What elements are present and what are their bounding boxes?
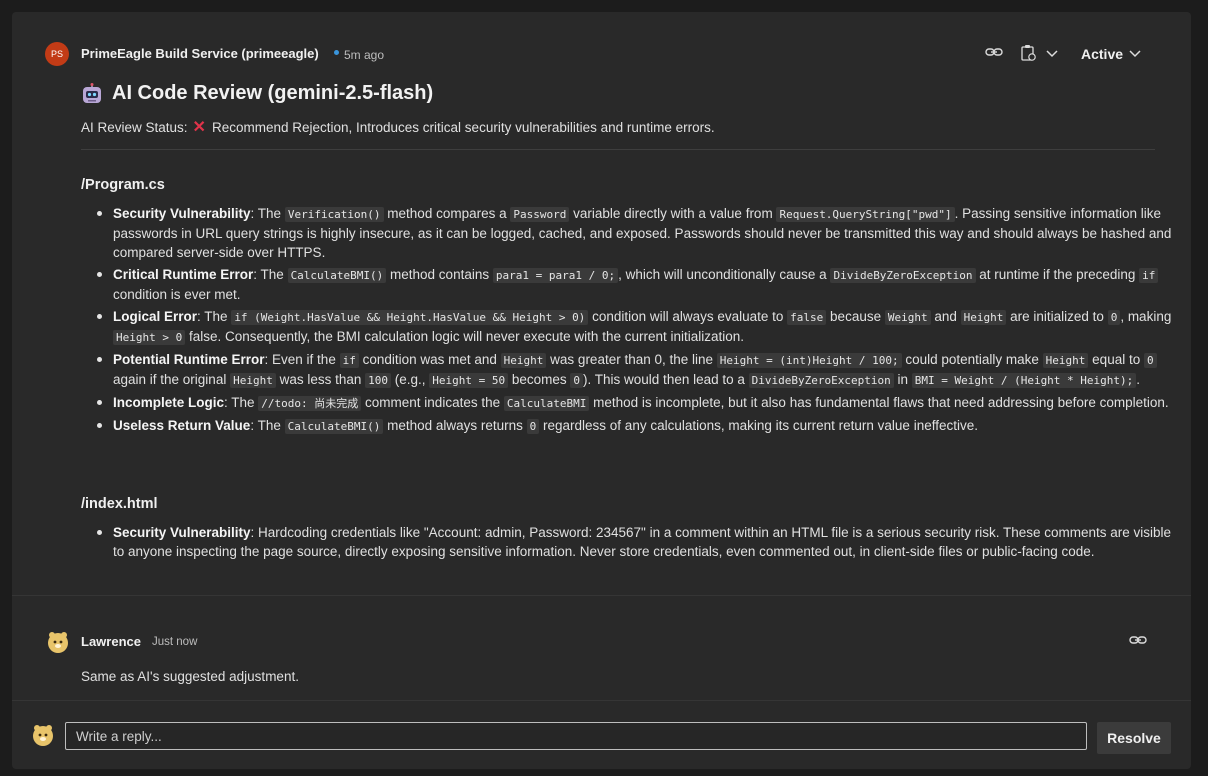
inline-code: false: [787, 310, 827, 325]
author-name: PrimeEagle Build Service (primeeagle): [81, 46, 319, 61]
review-title-text: AI Code Review (gemini-2.5-flash): [112, 82, 434, 104]
inline-code: Request.QueryString["pwd"]: [776, 207, 955, 222]
robot-icon: [83, 82, 101, 103]
inline-code: if: [339, 353, 359, 368]
ai-review-comment: PS PrimeEagle Build Service (primeeagle)…: [12, 12, 1191, 596]
inline-code: Height: [960, 310, 1007, 325]
list-item: Critical Runtime Error: The CalculateBMI…: [97, 265, 1178, 304]
file-heading-index: /index.html: [81, 496, 158, 512]
new-indicator-dot: [334, 50, 339, 55]
issue-label: Useless Return Value: [113, 418, 251, 433]
inline-code: if (Weight.HasValue && Height.HasValue &…: [231, 310, 589, 325]
inline-code: CalculateBMI: [503, 396, 590, 411]
issue-label: Potential Runtime Error: [113, 352, 265, 367]
inline-code: //todo: 尚未完成: [258, 396, 362, 411]
issue-list-index: Security Vulnerability: Hardcoding crede…: [93, 523, 1178, 564]
inline-code: 0: [1107, 310, 1121, 325]
reply-timestamp: Just now: [152, 636, 198, 648]
inline-code: DivideByZeroException: [830, 268, 976, 283]
inline-code: para1 = para1 / 0;: [492, 268, 619, 283]
author-avatar: PS: [45, 42, 69, 66]
link-icon[interactable]: [985, 45, 1003, 59]
comment-thread-panel: PS PrimeEagle Build Service (primeeagle)…: [12, 12, 1191, 769]
reply-text: Same as AI's suggested adjustment.: [81, 669, 299, 684]
inline-code: Height: [230, 373, 276, 388]
inline-code: CalculateBMI(): [287, 268, 387, 283]
reply-author-name: Lawrence: [81, 634, 141, 649]
inline-code: if: [1139, 268, 1159, 283]
reply-input[interactable]: [65, 722, 1087, 750]
list-item: Security Vulnerability: The Verification…: [97, 204, 1178, 262]
file-heading-program: /Program.cs: [81, 177, 165, 193]
inline-code: CalculateBMI(): [284, 419, 384, 434]
inline-code: BMI = Weight / (Height * Height);: [911, 373, 1137, 388]
inline-code: 100: [365, 373, 391, 388]
comment-timestamp: 5m ago: [344, 48, 385, 62]
inline-code: Height = 50: [429, 373, 509, 388]
status-text: Recommend Rejection, Introduces critical…: [211, 119, 715, 135]
inline-code: Password: [510, 207, 570, 222]
inline-code: 0: [1143, 353, 1157, 368]
inline-code: Height > 0: [113, 330, 186, 345]
list-item: Security Vulnerability: Hardcoding crede…: [97, 523, 1178, 561]
issue-label: Security Vulnerability: [113, 525, 251, 540]
chevron-down-icon[interactable]: [1129, 50, 1141, 58]
issue-label: Critical Runtime Error: [113, 267, 254, 282]
list-item: Potential Runtime Error: Even if the if …: [97, 350, 1178, 390]
issue-label: Security Vulnerability: [113, 206, 251, 221]
list-item: Incomplete Logic: The //todo: 尚未完成 comme…: [97, 393, 1178, 413]
lawrence-avatar: [48, 632, 68, 653]
cross-mark-icon: ✕: [192, 119, 206, 136]
inline-code: Weight: [884, 310, 931, 325]
divider: [12, 595, 1191, 596]
inline-code: Height = (int)Height / 100;: [716, 353, 902, 368]
divider: [12, 700, 1191, 701]
inline-code: 0: [570, 373, 584, 388]
chevron-down-icon[interactable]: [1046, 50, 1058, 58]
list-item: Logical Error: The if (Weight.HasValue &…: [97, 307, 1178, 347]
list-item: Useless Return Value: The CalculateBMI()…: [97, 416, 1178, 436]
status-prefix: AI Review Status:: [81, 119, 188, 135]
clipboard-icon[interactable]: [1020, 44, 1036, 62]
issue-list-program: Security Vulnerability: The Verification…: [93, 204, 1178, 439]
issue-label: Logical Error: [113, 309, 198, 324]
current-user-avatar: [33, 725, 53, 746]
inline-code: 0: [526, 419, 540, 434]
inline-code: Height: [500, 353, 547, 368]
review-status: AI Review Status: ✕ Recommend Rejection,…: [81, 117, 715, 137]
inline-code: Verification(): [284, 207, 384, 222]
link-icon[interactable]: [1129, 633, 1147, 647]
review-title: AI Code Review (gemini-2.5-flash): [81, 82, 433, 105]
inline-code: DivideByZeroException: [748, 373, 894, 388]
status-dropdown[interactable]: Active: [1081, 46, 1123, 62]
divider: [81, 149, 1155, 150]
issue-label: Incomplete Logic: [113, 395, 225, 410]
inline-code: Height: [1042, 353, 1089, 368]
resolve-button[interactable]: Resolve: [1097, 722, 1171, 754]
